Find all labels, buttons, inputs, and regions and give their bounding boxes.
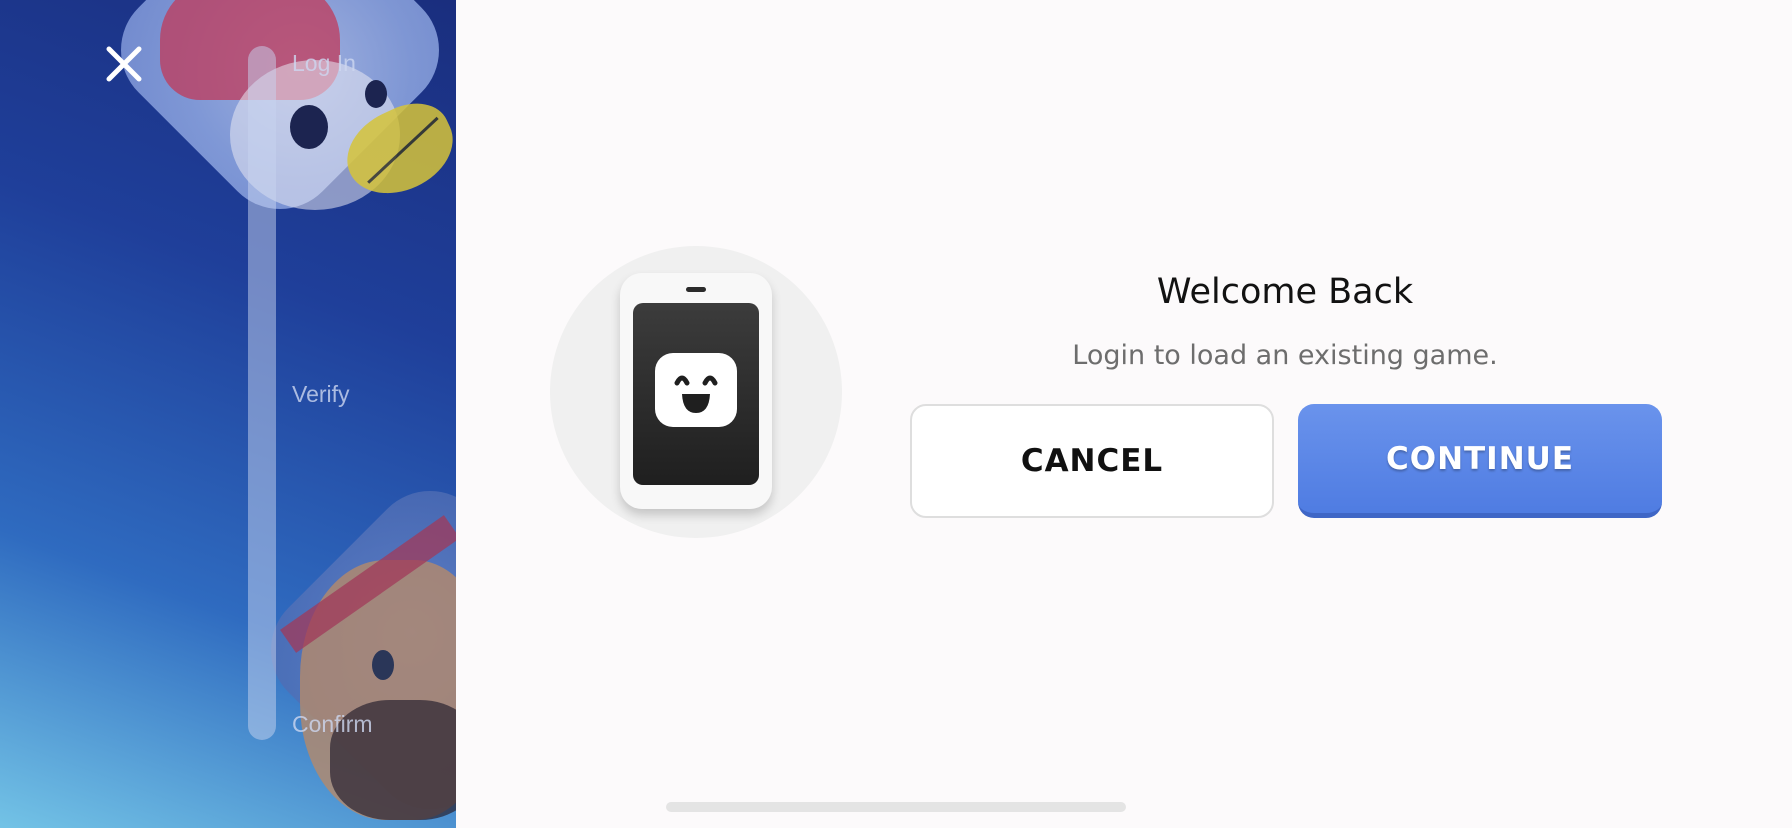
home-indicator[interactable] xyxy=(666,802,1126,812)
cancel-button[interactable]: CANCEL xyxy=(910,404,1274,518)
smiley-face-icon xyxy=(655,353,737,427)
continue-button-label: CONTINUE xyxy=(1385,440,1575,477)
phone-illustration xyxy=(550,246,842,538)
close-icon xyxy=(106,46,142,82)
step-label-verify: Verify xyxy=(292,381,350,407)
step-progress-track xyxy=(248,46,276,740)
continue-button[interactable]: CONTINUE xyxy=(1298,404,1662,518)
welcome-title: Welcome Back xyxy=(1156,272,1414,312)
chicken-character-eye xyxy=(290,105,328,149)
cancel-button-label: CANCEL xyxy=(1020,443,1164,479)
welcome-subtitle: Login to load an existing game. xyxy=(1072,340,1498,371)
phone-speaker xyxy=(686,287,706,292)
login-screen: Log In Verify Confirm Welcome Back Login… xyxy=(0,0,1792,828)
phone-screen xyxy=(633,303,759,485)
close-button[interactable] xyxy=(100,40,148,88)
step-label-confirm: Confirm xyxy=(292,711,373,737)
step-label-log-in: Log In xyxy=(292,50,356,76)
chicken-character-eye xyxy=(365,80,387,108)
phone-icon xyxy=(620,273,772,509)
warrior-character-eye xyxy=(372,650,394,680)
side-panel: Log In Verify Confirm xyxy=(0,0,456,828)
